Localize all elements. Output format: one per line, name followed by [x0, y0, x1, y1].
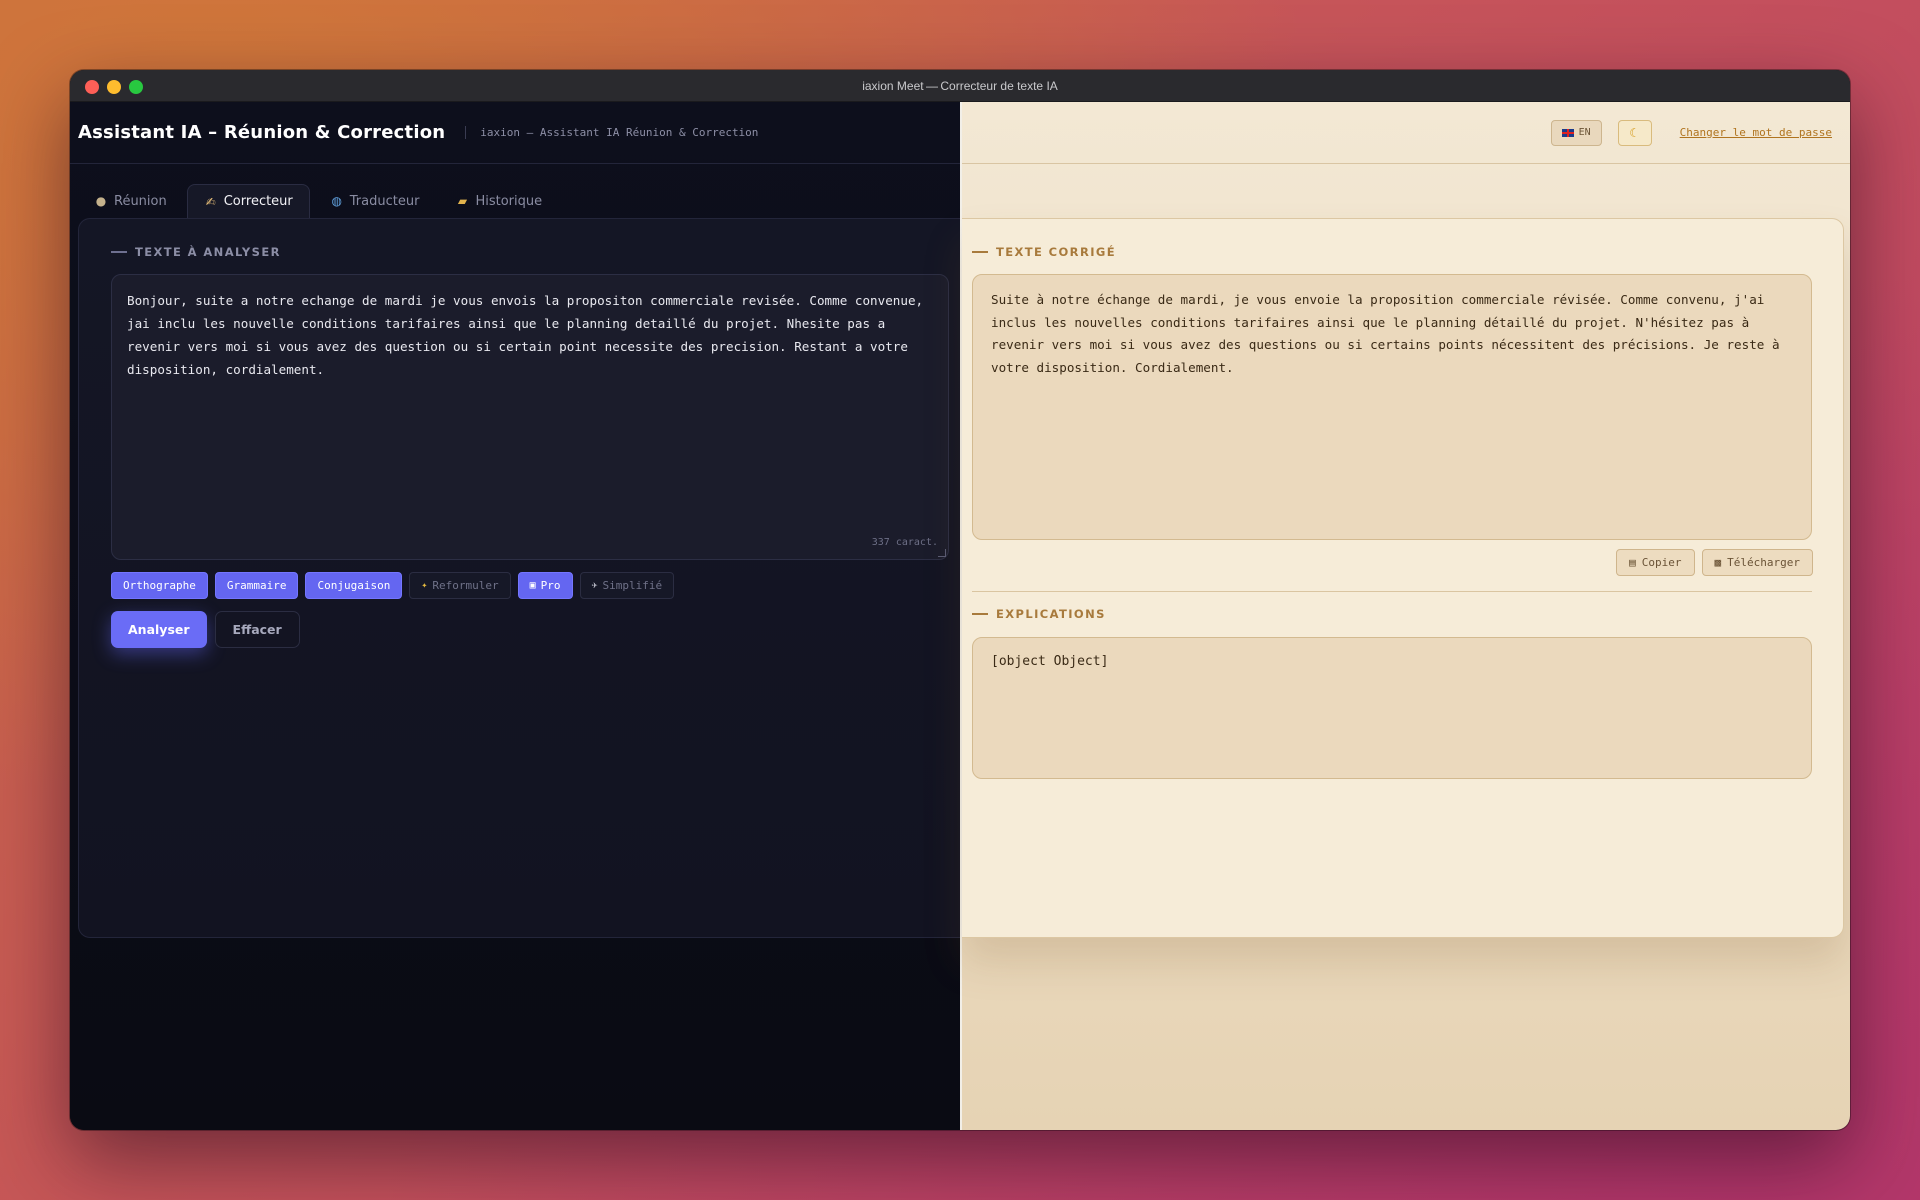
uk-flag-icon — [1561, 128, 1574, 137]
option-orthographe[interactable]: Orthographe — [111, 572, 208, 599]
tab-correcteur[interactable]: ✍ Correcteur — [186, 184, 310, 218]
corrected-text-box[interactable]: Suite à notre échange de mardi, je vous … — [972, 274, 1812, 540]
moon-icon: ☾ — [1629, 125, 1641, 140]
globe-icon: ◍ — [331, 194, 342, 208]
tab-historique[interactable]: ▰ Historique — [439, 184, 558, 218]
app-header: Assistant IA – Réunion & Correction iaxi… — [70, 102, 960, 164]
correction-options: Orthographe Grammaire Conjugaison ✦ Refo… — [111, 572, 675, 599]
copy-button[interactable]: ▤ Copier — [1616, 549, 1695, 576]
download-button[interactable]: ▩ Télécharger — [1701, 549, 1813, 576]
tab-label: Historique — [475, 193, 543, 209]
explanations-text: [object Object] — [991, 654, 1109, 669]
output-section-label: TEXTE CORRIGÉ — [972, 245, 1116, 259]
header-controls: EN ☾ Changer le mot de passe — [962, 102, 1850, 164]
tab-label: Correcteur — [223, 194, 293, 209]
app-title: Assistant IA – Réunion & Correction — [78, 122, 446, 143]
language-label: EN — [1578, 127, 1591, 138]
close-window-button[interactable] — [85, 80, 99, 94]
app-window: iaxion Meet — Correcteur de texte IA Ass… — [70, 70, 1850, 1130]
input-panel: TEXTE À ANALYSER Bonjour, suite a notre … — [78, 218, 960, 938]
main-tabs: ● Réunion ✍ Correcteur ◍ Traducteur ▰ Hi… — [78, 184, 558, 218]
input-text: Bonjour, suite a notre echange de mardi … — [127, 293, 924, 377]
clear-button[interactable]: Effacer — [214, 611, 300, 648]
tab-reunion[interactable]: ● Réunion — [78, 184, 183, 218]
option-reformuler[interactable]: ✦ Reformuler — [409, 572, 511, 599]
char-count: 337 caract. — [871, 537, 938, 548]
change-password-link[interactable]: Changer le mot de passe — [1680, 126, 1832, 139]
minimize-window-button[interactable] — [107, 80, 121, 94]
folder-icon: ▰ — [457, 194, 468, 208]
microphone-icon: ● — [95, 194, 107, 208]
theme-toggle-button[interactable]: ☾ — [1617, 119, 1652, 146]
window-controls — [85, 80, 143, 94]
option-grammaire[interactable]: Grammaire — [214, 572, 299, 599]
dove-icon: ✈ — [591, 580, 598, 591]
writing-hand-icon: ✍ — [205, 194, 216, 209]
section-divider — [972, 591, 1812, 592]
briefcase-icon: ▣ — [529, 580, 536, 591]
input-section-label: TEXTE À ANALYSER — [111, 245, 281, 259]
sparkles-icon: ✦ — [421, 580, 428, 591]
tab-label: Réunion — [114, 193, 167, 209]
option-simplifie[interactable]: ✈ Simplifié — [579, 572, 675, 599]
title-bar: iaxion Meet — Correcteur de texte IA — [70, 70, 1850, 102]
action-buttons: Analyser Effacer — [111, 611, 300, 648]
input-textarea[interactable]: Bonjour, suite a notre echange de mardi … — [111, 274, 949, 560]
floppy-disk-icon: ▩ — [1714, 556, 1722, 569]
explanations-box: [object Object] — [972, 637, 1812, 779]
app-subtitle: iaxion — Assistant IA Réunion & Correcti… — [465, 126, 758, 139]
option-pro[interactable]: ▣ Pro — [517, 572, 573, 599]
analyze-button[interactable]: Analyser — [111, 611, 207, 648]
corrected-text: Suite à notre échange de mardi, je vous … — [991, 292, 1780, 375]
language-toggle-button[interactable]: EN — [1550, 119, 1602, 146]
tab-label: Traducteur — [349, 193, 420, 209]
tab-traducteur[interactable]: ◍ Traducteur — [314, 184, 436, 218]
explanations-section-label: EXPLICATIONS — [972, 607, 1106, 621]
maximize-window-button[interactable] — [129, 80, 143, 94]
resize-handle[interactable] — [938, 549, 946, 557]
clipboard-icon: ▤ — [1629, 556, 1636, 569]
option-conjugaison[interactable]: Conjugaison — [305, 572, 403, 599]
window-title: iaxion Meet — Correcteur de texte IA — [862, 78, 1058, 93]
output-panel: TEXTE CORRIGÉ Suite à notre échange de m… — [962, 218, 1844, 938]
output-actions: ▤ Copier ▩ Télécharger — [1616, 549, 1813, 576]
